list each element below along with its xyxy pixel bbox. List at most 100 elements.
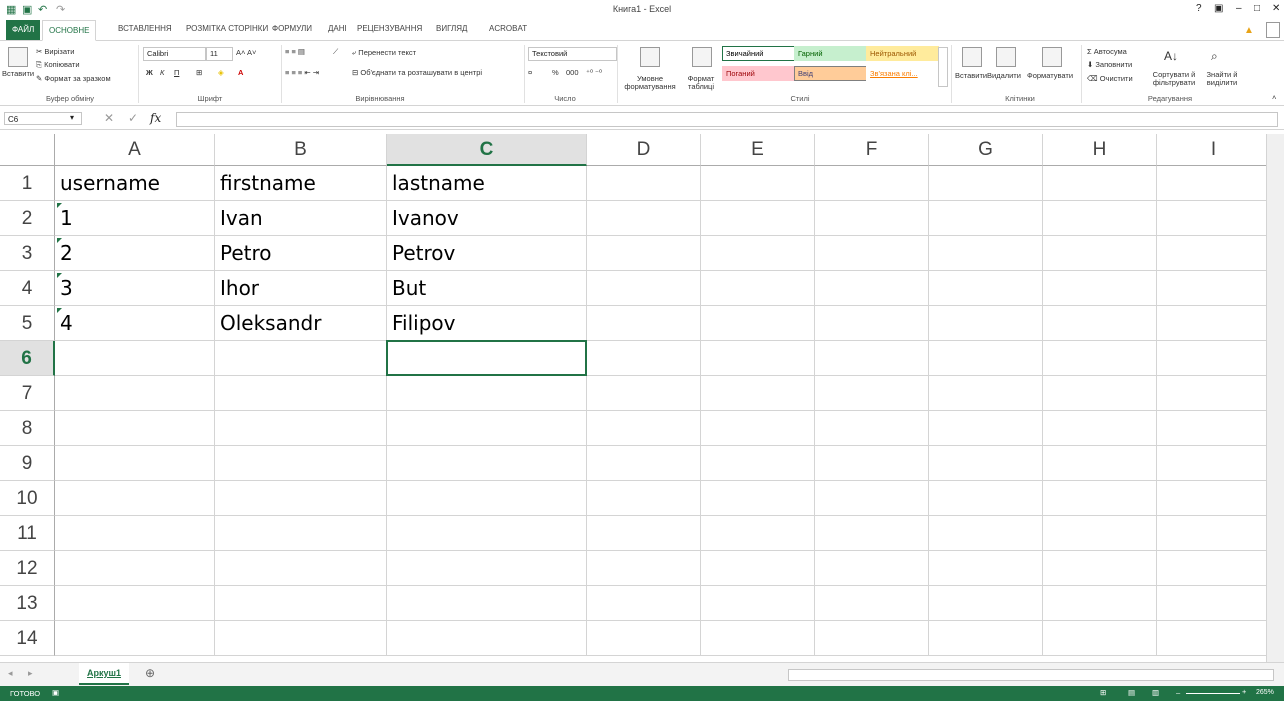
cell-f7[interactable] xyxy=(815,376,929,411)
zoom-out-icon[interactable]: – xyxy=(1176,688,1180,697)
cell-f9[interactable] xyxy=(815,446,929,481)
vertical-scrollbar[interactable] xyxy=(1266,134,1284,662)
cell-c4[interactable]: But xyxy=(387,271,587,306)
cell-i3[interactable] xyxy=(1157,236,1266,271)
merge-center-button[interactable]: ⊟ Об'єднати та розташувати в центрі xyxy=(352,68,482,77)
cut-button[interactable]: ✂ Вирізати xyxy=(36,47,74,56)
column-header-e[interactable]: E xyxy=(701,134,815,166)
tab-file[interactable]: ФАЙЛ xyxy=(6,20,41,40)
cell-h11[interactable] xyxy=(1043,516,1157,551)
cell-i4[interactable] xyxy=(1157,271,1266,306)
style-input[interactable]: Ввід xyxy=(794,66,867,81)
tab-acrobat[interactable]: ACROBAT xyxy=(489,24,527,33)
row-header-1[interactable]: 1 xyxy=(0,166,55,201)
cell-f14[interactable] xyxy=(815,621,929,656)
cell-d2[interactable] xyxy=(587,201,701,236)
cell-a6[interactable] xyxy=(55,341,215,376)
cell-c2[interactable]: Ivanov xyxy=(387,201,587,236)
maximize-icon[interactable]: □ xyxy=(1254,3,1260,14)
cell-e1[interactable] xyxy=(701,166,815,201)
normal-view-icon[interactable]: ⊞ xyxy=(1100,688,1106,697)
cell-b2[interactable]: Ivan xyxy=(215,201,387,236)
cell-b4[interactable]: Ihor xyxy=(215,271,387,306)
cell-g14[interactable] xyxy=(929,621,1043,656)
cell-e14[interactable] xyxy=(701,621,815,656)
cell-c11[interactable] xyxy=(387,516,587,551)
cell-c9[interactable] xyxy=(387,446,587,481)
cell-d5[interactable] xyxy=(587,306,701,341)
style-bad[interactable]: Поганий xyxy=(722,66,795,81)
row-header-9[interactable]: 9 xyxy=(0,446,55,481)
cell-h5[interactable] xyxy=(1043,306,1157,341)
thousands-button[interactable]: 000 xyxy=(566,68,579,77)
cell-g10[interactable] xyxy=(929,481,1043,516)
cell-h6[interactable] xyxy=(1043,341,1157,376)
font-color-icon[interactable]: A xyxy=(238,68,243,77)
cell-g6[interactable] xyxy=(929,341,1043,376)
column-header-h[interactable]: H xyxy=(1043,134,1157,166)
row-header-14[interactable]: 14 xyxy=(0,621,55,656)
decimal-icons[interactable]: ⁺⁰ ⁻⁰ xyxy=(586,68,602,77)
row-header-7[interactable]: 7 xyxy=(0,376,55,411)
cell-b5[interactable]: Oleksandr xyxy=(215,306,387,341)
cell-h12[interactable] xyxy=(1043,551,1157,586)
cell-i11[interactable] xyxy=(1157,516,1266,551)
cell-e13[interactable] xyxy=(701,586,815,621)
close-icon[interactable]: ✕ xyxy=(1272,3,1280,14)
format-cells-button[interactable]: Форматувати xyxy=(1027,71,1073,80)
row-header-12[interactable]: 12 xyxy=(0,551,55,586)
cell-a12[interactable] xyxy=(55,551,215,586)
cell-f5[interactable] xyxy=(815,306,929,341)
cell-d14[interactable] xyxy=(587,621,701,656)
cell-e8[interactable] xyxy=(701,411,815,446)
cell-g8[interactable] xyxy=(929,411,1043,446)
delete-cells-button[interactable]: Видалити xyxy=(987,71,1021,80)
cell-a14[interactable] xyxy=(55,621,215,656)
cell-c12[interactable] xyxy=(387,551,587,586)
cell-g1[interactable] xyxy=(929,166,1043,201)
cell-a13[interactable] xyxy=(55,586,215,621)
row-header-8[interactable]: 8 xyxy=(0,411,55,446)
fill-button[interactable]: ⬇ Заповнити xyxy=(1087,60,1132,69)
page-break-view-icon[interactable]: ▥ xyxy=(1152,688,1159,697)
sheet-tab-active[interactable]: Аркуш1 xyxy=(79,663,130,685)
tab-page-layout[interactable]: РОЗМІТКА СТОРІНКИ xyxy=(186,24,268,33)
cell-i8[interactable] xyxy=(1157,411,1266,446)
column-header-f[interactable]: F xyxy=(815,134,929,166)
cell-a8[interactable] xyxy=(55,411,215,446)
paste-button[interactable]: Вставити xyxy=(2,69,34,78)
column-header-d[interactable]: D xyxy=(587,134,701,166)
cell-e7[interactable] xyxy=(701,376,815,411)
cell-e3[interactable] xyxy=(701,236,815,271)
cell-a3[interactable]: 2 xyxy=(55,236,215,271)
format-painter-button[interactable]: ✎ Формат за зразком xyxy=(36,74,111,83)
cell-d1[interactable] xyxy=(587,166,701,201)
cell-f10[interactable] xyxy=(815,481,929,516)
bold-button[interactable]: Ж xyxy=(146,68,153,77)
cell-b8[interactable] xyxy=(215,411,387,446)
cell-h8[interactable] xyxy=(1043,411,1157,446)
wrap-text-button[interactable]: ⤶ Перенести текст xyxy=(352,48,416,58)
tab-view[interactable]: ВИГЛЯД xyxy=(436,24,467,33)
cell-f2[interactable] xyxy=(815,201,929,236)
cell-g4[interactable] xyxy=(929,271,1043,306)
cell-b9[interactable] xyxy=(215,446,387,481)
cell-d4[interactable] xyxy=(587,271,701,306)
cell-d12[interactable] xyxy=(587,551,701,586)
cell-f4[interactable] xyxy=(815,271,929,306)
cell-f11[interactable] xyxy=(815,516,929,551)
style-good[interactable]: Гарний xyxy=(794,46,867,61)
fill-color-icon[interactable]: ◈ xyxy=(218,68,224,77)
cell-a9[interactable] xyxy=(55,446,215,481)
confirm-icon[interactable]: ✓ xyxy=(128,111,138,125)
cell-h7[interactable] xyxy=(1043,376,1157,411)
cell-d7[interactable] xyxy=(587,376,701,411)
cell-a10[interactable] xyxy=(55,481,215,516)
cell-f6[interactable] xyxy=(815,341,929,376)
style-neutral[interactable]: Нейтральний xyxy=(866,46,939,61)
tab-review[interactable]: РЕЦЕНЗУВАННЯ xyxy=(357,24,422,33)
cell-g12[interactable] xyxy=(929,551,1043,586)
cell-h2[interactable] xyxy=(1043,201,1157,236)
cell-c5[interactable]: Filipov xyxy=(387,306,587,341)
column-header-i[interactable]: I xyxy=(1157,134,1266,166)
